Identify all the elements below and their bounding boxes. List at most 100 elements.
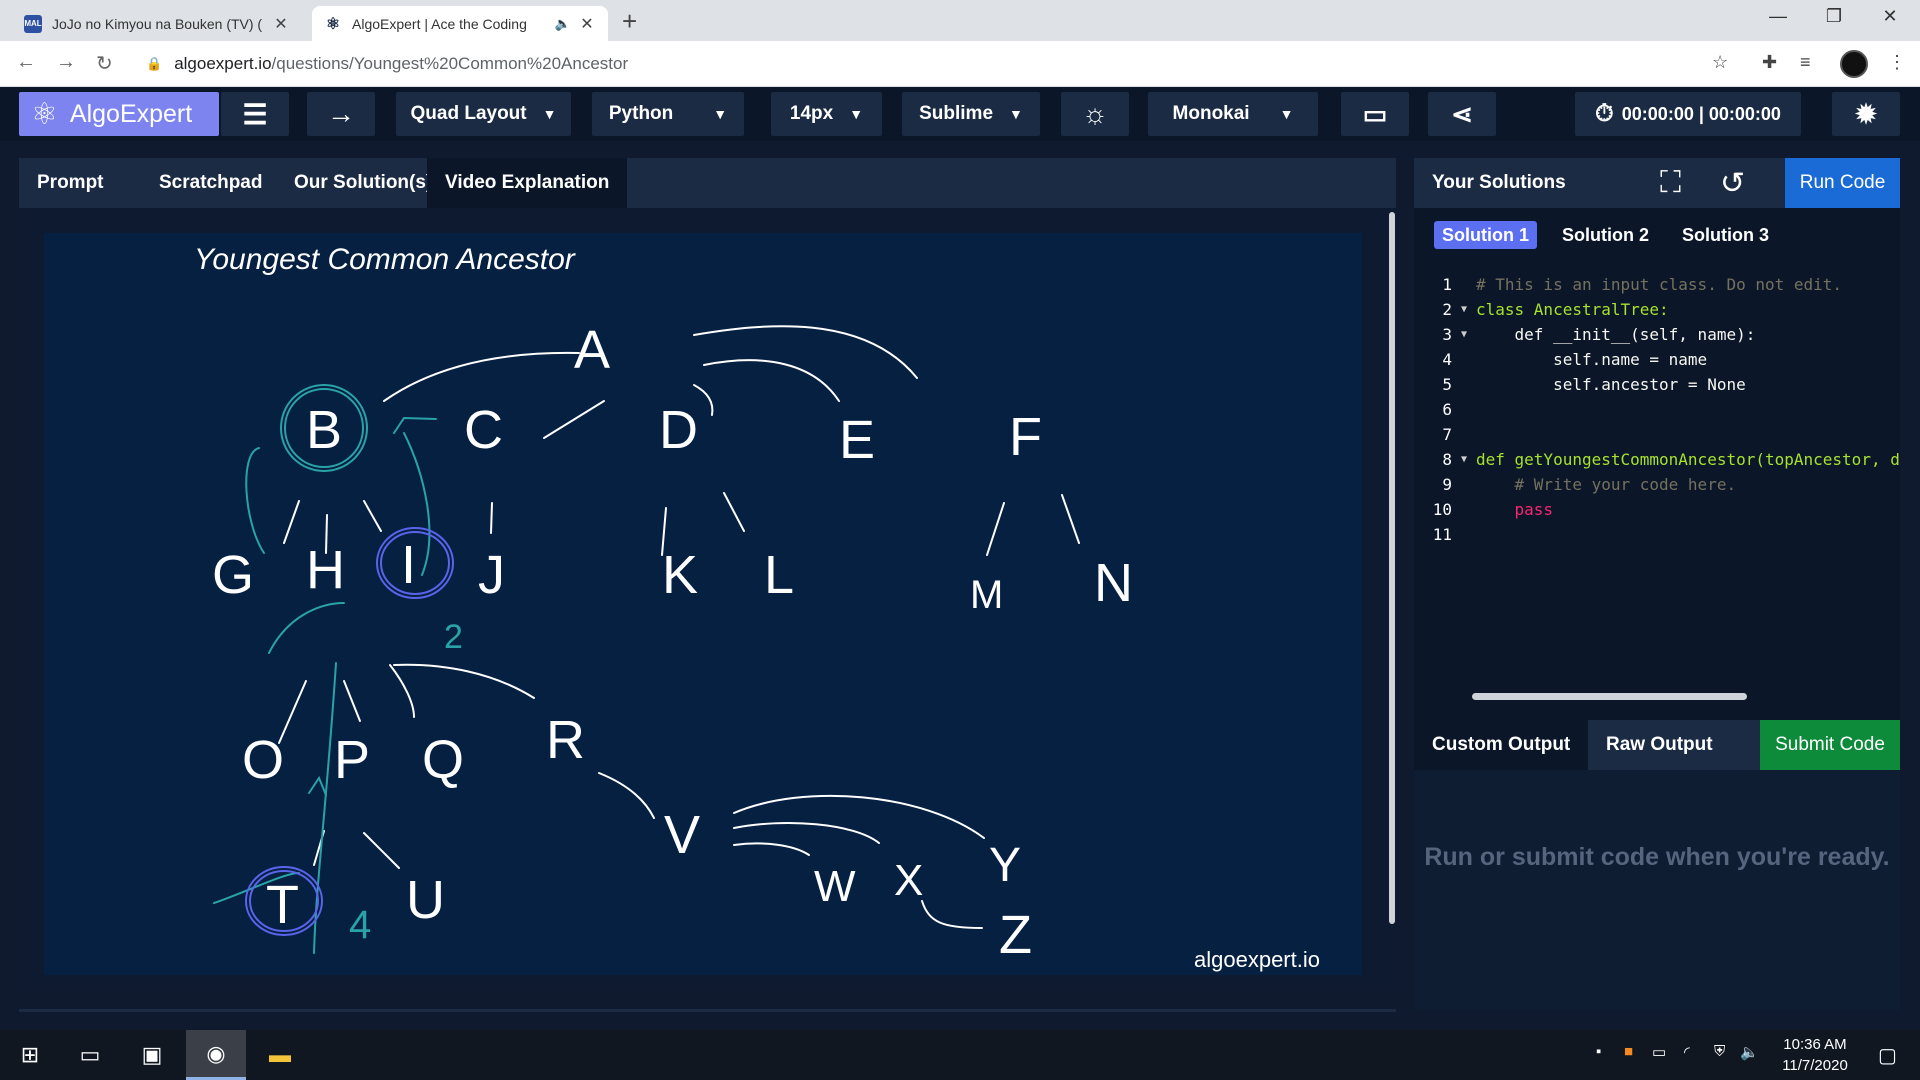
profile-avatar[interactable] <box>1840 50 1868 78</box>
editor-theme-dropdown[interactable]: Monokai ▼ <box>1148 92 1318 136</box>
output-panel <box>1414 770 1900 1010</box>
tray-app-icon[interactable]: ■ <box>1624 1043 1633 1060</box>
tab-custom-output[interactable]: Custom Output <box>1414 720 1589 770</box>
output-placeholder-message: Run or submit code when you're ready. <box>1424 843 1890 871</box>
tree-node-h: H <box>306 540 345 600</box>
code-line: 2 ▼ class AncestralTree: <box>1414 297 1900 322</box>
menu-dots-icon[interactable]: ⋮ <box>1888 52 1906 73</box>
whiteboard-drawing: Youngest Common Ancestor A B C D E F G H… <box>194 243 1320 972</box>
question-list-button[interactable]: ☰ <box>221 92 289 136</box>
code-text: pass <box>1476 500 1554 519</box>
code-line: 5 self.ancestor = None <box>1414 372 1900 397</box>
solution-tab-2[interactable]: Solution 2 <box>1554 221 1657 249</box>
fold-arrow-icon[interactable]: ▼ <box>1461 297 1467 322</box>
extensions-icon[interactable]: ✚ <box>1762 52 1777 73</box>
notifications-icon[interactable]: ▢ <box>1878 1043 1897 1068</box>
tab-scratchpad[interactable]: Scratchpad <box>141 158 280 208</box>
tab-video-explanation[interactable]: Video Explanation <box>427 158 628 208</box>
code-line: 4 self.name = name <box>1414 347 1900 372</box>
left-panel-tabs: Prompt Scratchpad Our Solution(s) Video … <box>19 158 1396 208</box>
bookmark-star-icon[interactable]: ☆ <box>1712 52 1728 73</box>
run-code-button[interactable]: Run Code <box>1785 158 1900 208</box>
close-tab-icon[interactable]: ✕ <box>578 14 596 34</box>
windows-start-icon[interactable]: ⊞ <box>0 1030 60 1080</box>
browser-tab-mal[interactable]: MAL JoJo no Kimyou na Bouken (TV) ( ✕ <box>12 6 302 41</box>
browser-tab-algoexpert[interactable]: ⚛ AlgoExpert | Ace the Coding 🔈 ✕ <box>312 6 608 41</box>
forward-icon[interactable]: → <box>56 51 76 74</box>
left-panel-scrollbar[interactable] <box>1389 212 1395 924</box>
tab-raw-output[interactable]: Raw Output <box>1588 720 1760 770</box>
battery-icon[interactable]: ▭ <box>1652 1043 1666 1061</box>
file-explorer-icon[interactable]: ▬ <box>250 1030 310 1080</box>
language-dropdown[interactable]: Python ▼ <box>592 92 744 136</box>
media-queue-icon[interactable]: ≡ <box>1800 52 1811 73</box>
app-icon[interactable]: ▣ <box>122 1030 182 1080</box>
code-text: def getYoungestCommonAncestor(topAncesto… <box>1476 450 1900 469</box>
taskbar-clock[interactable]: 10:36 AM 11/7/2020 <box>1760 1034 1870 1076</box>
tree-node-d: D <box>659 400 698 460</box>
bug-report-button[interactable]: ✹ <box>1832 92 1900 136</box>
speaker-icon[interactable]: 🔈 <box>554 16 572 32</box>
tree-node-l: L <box>764 545 794 605</box>
address-bar: ← → ↻ 🔒 algoexpert.io/questions/Youngest… <box>0 41 1920 87</box>
list-icon: ☰ <box>242 98 268 130</box>
theme-toggle-button[interactable]: ☼ <box>1061 92 1129 136</box>
line-number: 2 <box>1442 300 1452 319</box>
back-icon[interactable]: ← <box>16 51 36 74</box>
new-tab-button[interactable]: + <box>622 6 637 37</box>
close-tab-icon[interactable]: ✕ <box>272 14 290 34</box>
solution-tab-1[interactable]: Solution 1 <box>1434 221 1537 249</box>
close-window-icon[interactable]: ✕ <box>1870 6 1910 27</box>
tree-node-o: O <box>242 730 284 790</box>
browser-tab-title: AlgoExpert | Ace the Coding <box>352 15 527 32</box>
submit-code-button[interactable]: Submit Code <box>1760 720 1900 770</box>
left-panel-horizontal-scrollbar[interactable] <box>19 1009 1396 1012</box>
whiteboard-button[interactable]: ▭ <box>1341 92 1409 136</box>
tab-our-solutions[interactable]: Our Solution(s) <box>276 158 450 208</box>
tree-node-p: P <box>334 730 370 790</box>
keymap-dropdown[interactable]: Sublime ▼ <box>902 92 1040 136</box>
restore-icon[interactable]: ❐ <box>1814 6 1854 27</box>
caret-down-icon: ▼ <box>542 106 557 122</box>
video-player[interactable]: Youngest Common Ancestor A B C D E F G H… <box>44 233 1362 975</box>
wifi-icon[interactable]: ◜ <box>1684 1043 1690 1061</box>
tree-node-u: U <box>406 870 445 930</box>
solution-tab-3[interactable]: Solution 3 <box>1674 221 1777 249</box>
tree-node-z: Z <box>999 905 1032 965</box>
lock-icon: 🔒 <box>146 56 163 71</box>
task-view-icon[interactable]: ▭ <box>60 1030 120 1080</box>
security-shield-icon[interactable]: ⛨ <box>1714 1043 1725 1060</box>
url-field[interactable]: 🔒 algoexpert.io/questions/Youngest%20Com… <box>146 49 1716 79</box>
editor-theme-label: Monokai <box>1172 103 1250 124</box>
fold-arrow-icon[interactable]: ▼ <box>1461 447 1467 472</box>
next-question-button[interactable]: → <box>307 92 375 136</box>
share-button[interactable]: ⋖ <box>1428 92 1496 136</box>
editor-horizontal-scrollbar[interactable] <box>1472 693 1747 700</box>
line-number: 11 <box>1432 525 1452 544</box>
code-text: def __init__(self, name): <box>1476 325 1756 344</box>
code-editor[interactable]: 1 # This is an input class. Do not edit. … <box>1414 272 1900 692</box>
annotation-four: 4 <box>349 903 371 947</box>
bug-icon: ✹ <box>1855 98 1877 129</box>
algoexpert-logo[interactable]: ⚛ AlgoExpert <box>19 92 219 136</box>
fold-arrow-icon[interactable]: ▼ <box>1461 322 1467 347</box>
tree-node-y: Y <box>989 839 1021 892</box>
tree-node-j: J <box>478 545 505 605</box>
tab-prompt[interactable]: Prompt <box>19 158 122 208</box>
logo-label: AlgoExpert <box>69 99 193 128</box>
volume-icon[interactable]: 🔈 <box>1740 1043 1759 1061</box>
chrome-icon[interactable]: ◉ <box>186 1030 246 1080</box>
tray-notification-icon[interactable]: ▪ <box>1596 1043 1601 1060</box>
reload-icon[interactable]: ↻ <box>96 51 113 76</box>
line-number: 7 <box>1442 425 1452 444</box>
fullscreen-icon[interactable]: ⛶ <box>1660 166 1681 200</box>
timer-label: 00:00:00 | 00:00:00 <box>1621 103 1781 124</box>
font-size-dropdown[interactable]: 14px ▼ <box>771 92 882 136</box>
code-line: 6 <box>1414 397 1900 422</box>
clock-date: 11/7/2020 <box>1782 1057 1848 1074</box>
minimize-icon[interactable]: — <box>1758 6 1798 27</box>
timer-button[interactable]: ⏱ 00:00:00 | 00:00:00 <box>1575 92 1801 136</box>
reset-icon[interactable]: ↺ <box>1720 166 1745 201</box>
clock-time: 10:36 AM <box>1783 1036 1847 1053</box>
layout-dropdown[interactable]: Quad Layout ▼ <box>396 92 571 136</box>
